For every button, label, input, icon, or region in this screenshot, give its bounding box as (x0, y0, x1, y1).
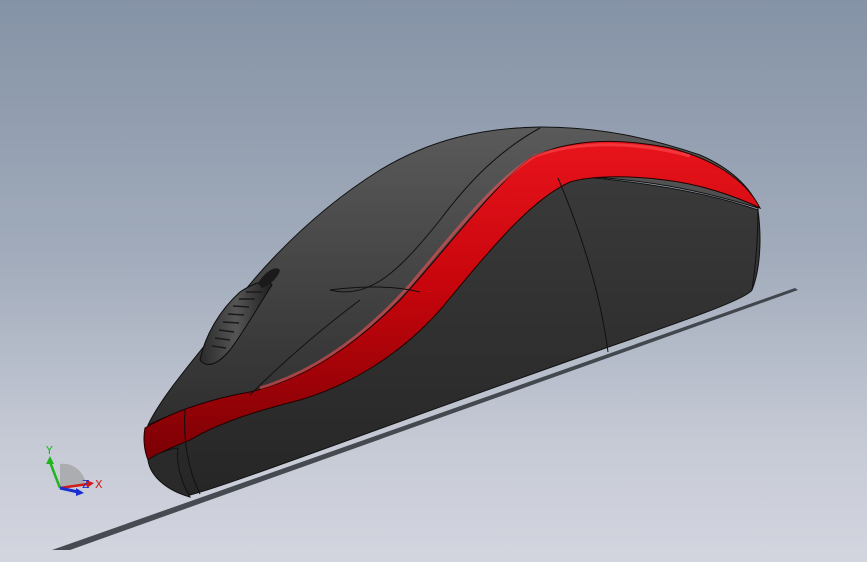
triad-z-axis (59, 486, 79, 494)
triad-z-label: Z (82, 478, 90, 491)
triad-y-axis (48, 461, 62, 489)
triad-x-label: X (95, 478, 103, 491)
graphics-viewport[interactable]: Y Z X (0, 0, 867, 562)
triad-y-label: Y (45, 444, 53, 457)
mouse-3d-model[interactable] (0, 0, 867, 562)
orientation-triad: Y Z X (45, 444, 103, 496)
